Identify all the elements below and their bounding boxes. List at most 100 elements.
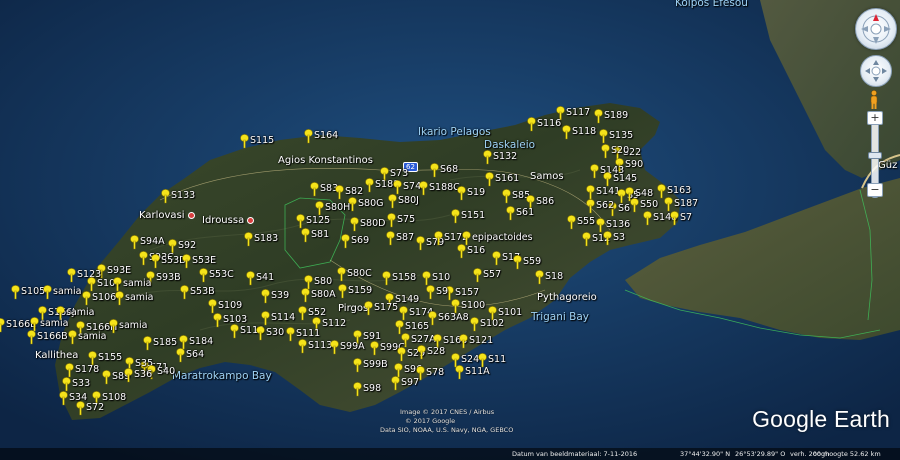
placemark-label: S57 xyxy=(483,269,502,280)
placemark-label: S81 xyxy=(311,229,330,240)
placemark-label: S97 xyxy=(401,377,420,388)
place-label: Ikario Pelagos xyxy=(418,126,491,138)
pushpin-icon xyxy=(296,214,305,229)
placemark-label: S102 xyxy=(480,318,505,329)
attribution-line: Image © 2017 CNES / Airbus xyxy=(400,408,495,416)
pushpin-icon xyxy=(364,301,373,316)
placemark-label: S157 xyxy=(455,287,480,298)
placemark-label: S61 xyxy=(516,207,535,218)
place-label: Idroussa xyxy=(202,215,257,226)
placemark-label: S145 xyxy=(613,173,638,184)
zoom-out-button[interactable]: − xyxy=(867,183,883,197)
pegman-icon[interactable] xyxy=(869,90,879,110)
placemark-label: S92 xyxy=(178,240,197,251)
placemark-label: S183 xyxy=(254,233,279,244)
placemark-label: S133 xyxy=(171,190,196,201)
pushpin-icon xyxy=(115,291,124,306)
pushpin-icon xyxy=(422,271,431,286)
placemark-label: S78 xyxy=(426,367,445,378)
pushpin-icon xyxy=(586,199,595,214)
placemark-label: S30 xyxy=(266,327,285,338)
pushpin-icon xyxy=(370,341,379,356)
placemark-label: samia xyxy=(53,286,82,297)
placemark-label: S41 xyxy=(256,272,275,283)
pushpin-icon xyxy=(113,277,122,292)
placemark-label: S111 xyxy=(296,328,321,339)
place-label: Güz xyxy=(878,160,898,171)
placemark-label: S100 xyxy=(461,300,486,311)
pushpin-icon xyxy=(59,391,68,406)
brand-logo: Google Earth xyxy=(752,406,890,432)
pushpin-icon xyxy=(506,206,515,221)
pegman-icon xyxy=(870,90,878,109)
satellite-terrain xyxy=(0,0,900,460)
pushpin-icon xyxy=(182,254,191,269)
pushpin-icon xyxy=(643,211,652,226)
latitude-readout: 37°44'32.90" N xyxy=(680,450,731,458)
place-label: Maratrokampo Bay xyxy=(172,370,272,382)
placemark-label: S53E xyxy=(192,255,217,266)
compass-icon[interactable] xyxy=(855,8,897,50)
placemark-label: S68 xyxy=(440,164,459,175)
pushpin-icon xyxy=(256,326,265,341)
placemark-label: S159 xyxy=(348,285,373,296)
placemark-label: S80 xyxy=(314,276,333,287)
placemark-label: S80H xyxy=(325,202,351,213)
placemark-label: S132 xyxy=(493,151,518,162)
pushpin-icon xyxy=(382,271,391,286)
pushpin-icon xyxy=(485,172,494,187)
placemark-label: S99B xyxy=(363,359,388,370)
pushpin-icon xyxy=(567,215,576,230)
place-label: Kallithea xyxy=(35,350,79,361)
pushpin-icon xyxy=(670,211,679,226)
pushpin-icon xyxy=(603,172,612,187)
pushpin-icon xyxy=(43,285,52,300)
pushpin-icon xyxy=(455,365,464,380)
zoom-slider-thumb[interactable] xyxy=(868,152,882,159)
zoom-in-button[interactable]: + xyxy=(867,111,883,125)
pushpin-icon xyxy=(470,317,479,332)
pushpin-icon xyxy=(310,182,319,197)
placemark-label: S36 xyxy=(134,369,153,380)
placemark-label: S136 xyxy=(606,219,631,230)
map-view[interactable]: Kolpos Efesou Ikario Pelagos Daskaleio A… xyxy=(0,0,900,460)
placemark-label: S164 xyxy=(314,130,339,141)
pushpin-icon xyxy=(353,382,362,397)
pushpin-icon xyxy=(630,198,639,213)
pushpin-icon xyxy=(457,186,466,201)
placemark-label: S50 xyxy=(640,199,659,210)
pushpin-icon xyxy=(365,178,374,193)
pushpin-icon xyxy=(244,232,253,247)
town-dot xyxy=(187,211,195,219)
pushpin-icon xyxy=(393,180,402,195)
placemark-label: samia xyxy=(125,292,154,303)
pushpin-icon xyxy=(62,377,71,392)
pushpin-icon xyxy=(502,189,511,204)
placemark-label: S149 xyxy=(395,294,420,305)
placemark-label: S175 xyxy=(374,302,399,313)
pushpin-icon xyxy=(67,268,76,283)
placemark-label: S113 xyxy=(308,340,333,351)
placemark-label: samia xyxy=(119,320,148,331)
placemark-label: S80J xyxy=(398,195,419,206)
placemark-label: S19 xyxy=(467,187,486,198)
placemark-label: epipactoides xyxy=(472,232,533,243)
placemark-label: S125 xyxy=(306,215,331,226)
pushpin-icon xyxy=(457,244,466,259)
placemark-label: S39 xyxy=(271,290,290,301)
pushpin-icon xyxy=(213,313,222,328)
placemark-label: S135 xyxy=(609,130,634,141)
pushpin-icon xyxy=(301,288,310,303)
pushpin-icon xyxy=(0,318,5,333)
pushpin-icon xyxy=(586,185,595,200)
placemark-label: S112 xyxy=(322,318,347,329)
pushpin-icon xyxy=(240,134,249,149)
placemark-label: S7 xyxy=(680,212,693,223)
placemark-label: S187 xyxy=(674,198,699,209)
placemark-label: S90 xyxy=(625,159,644,170)
pan-icon[interactable] xyxy=(860,55,892,87)
pushpin-icon xyxy=(301,228,310,243)
pushpin-icon xyxy=(76,401,85,416)
pushpin-icon xyxy=(350,217,359,232)
pushpin-icon xyxy=(388,194,397,209)
